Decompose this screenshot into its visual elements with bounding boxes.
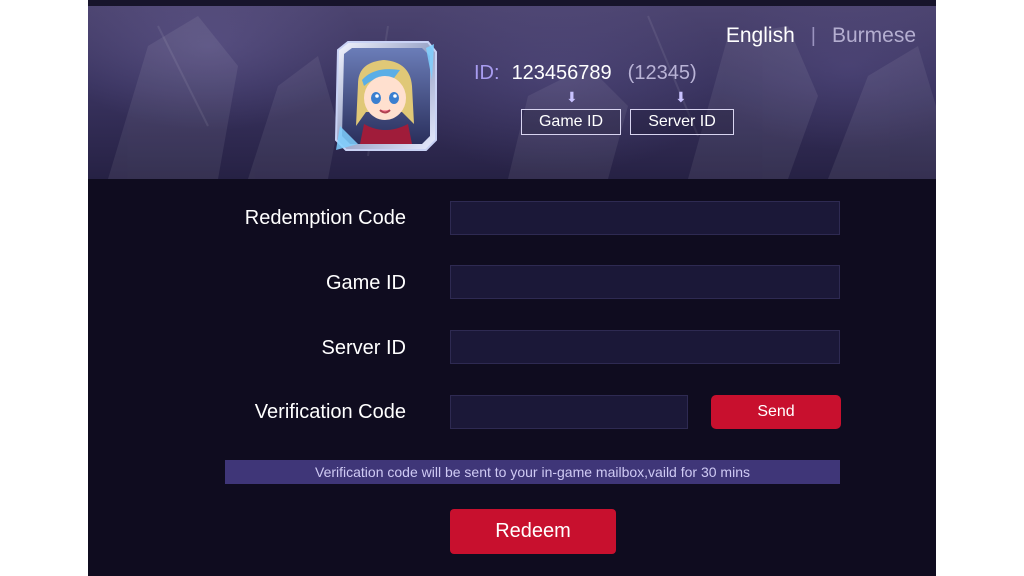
- player-id-row: ID: 123456789 (12345): [474, 62, 697, 85]
- send-code-button[interactable]: Send: [711, 395, 841, 429]
- server-id-tag: Server ID: [630, 109, 734, 135]
- verification-code-input[interactable]: [450, 395, 688, 429]
- down-arrow-icon: ⬇: [566, 89, 578, 105]
- down-arrow-icon: ⬇: [675, 89, 687, 105]
- id-label: ID:: [474, 62, 500, 84]
- redemption-code-label: Redemption Code: [244, 207, 406, 229]
- example-server-id: (12345): [627, 62, 697, 84]
- language-separator: |: [810, 24, 816, 47]
- server-id-input[interactable]: [450, 330, 840, 364]
- language-burmese[interactable]: Burmese: [832, 24, 916, 48]
- server-id-label: Server ID: [321, 337, 406, 359]
- hero-banner: English | Burmese ID: 123456789 (12345) …: [88, 6, 936, 179]
- hero-avatar: [334, 40, 438, 152]
- example-game-id: 123456789: [511, 62, 612, 84]
- avatar-portrait-icon: [334, 41, 437, 151]
- redemption-code-input[interactable]: [450, 201, 840, 235]
- verification-code-label: Verification Code: [254, 401, 406, 423]
- verification-notice: Verification code will be sent to your i…: [225, 460, 840, 484]
- redeem-button[interactable]: Redeem: [450, 509, 616, 554]
- game-id-label: Game ID: [325, 272, 406, 294]
- language-switcher: English | Burmese: [726, 24, 916, 48]
- game-id-tag: Game ID: [521, 109, 621, 135]
- game-id-input[interactable]: [450, 265, 840, 299]
- language-english[interactable]: English: [726, 24, 795, 48]
- redemption-panel: English | Burmese ID: 123456789 (12345) …: [88, 0, 936, 576]
